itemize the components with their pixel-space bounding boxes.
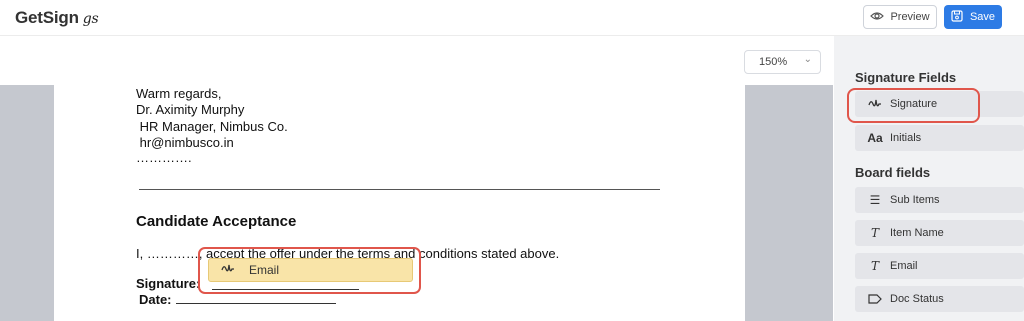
chevron-down-icon: ⌄: [803, 54, 812, 65]
sidebar-item-email[interactable]: T Email: [855, 253, 1024, 279]
sidebar-item-doc-status[interactable]: Doc Status: [855, 286, 1024, 312]
doc-line: Warm regards,: [136, 86, 222, 101]
preview-button[interactable]: Preview: [863, 5, 937, 29]
doc-line: Dr. Aximity Murphy: [136, 102, 245, 117]
app-logo: GetSign gs: [15, 8, 99, 28]
zoom-select[interactable]: 150% ⌄: [744, 50, 821, 74]
app-header: GetSign gs Preview Save: [0, 0, 1024, 36]
preview-label: Preview: [890, 11, 930, 23]
signature-highlight: [847, 88, 980, 123]
save-label: Save: [969, 11, 996, 23]
section-heading: Candidate Acceptance: [136, 213, 297, 230]
placed-email-field[interactable]: Email: [208, 258, 413, 282]
sidebar-item-sub-items[interactable]: ☰ Sub Items: [855, 187, 1024, 213]
page-margin-left: [0, 85, 54, 321]
text-format-icon: T: [870, 259, 879, 273]
initials-icon: Aa: [867, 131, 883, 145]
logo-text: GetSign: [15, 8, 79, 27]
board-fields-title: Board fields: [855, 165, 931, 180]
text-format-icon: T: [870, 226, 879, 240]
date-row: Date:: [139, 292, 336, 307]
zoom-value: 150%: [759, 56, 788, 68]
date-label: Date:: [139, 292, 172, 307]
doc-line: HR Manager, Nimbus Co.: [136, 119, 288, 134]
date-line: [175, 293, 336, 304]
list-icon: ☰: [869, 193, 881, 207]
page-margin-right: [745, 85, 833, 321]
signature-label: Signature:: [136, 276, 201, 291]
save-icon: [951, 9, 963, 25]
sidebar-item-label: Sub Items: [890, 194, 940, 206]
divider: [139, 189, 660, 190]
eye-icon: [870, 11, 885, 24]
doc-line: hr@nimbusco.in: [136, 135, 234, 150]
sidebar-item-label: Email: [890, 260, 918, 272]
sidebar-item-item-name[interactable]: T Item Name: [855, 220, 1024, 246]
signature-wave-icon: [221, 263, 235, 278]
placed-field-label: Email: [249, 263, 280, 277]
fields-sidebar: Signature Fields Signature Aa Initials B…: [834, 36, 1024, 321]
sidebar-item-initials[interactable]: Aa Initials: [855, 125, 1024, 151]
doc-line: ………….: [136, 150, 192, 165]
sidebar-item-label: Initials: [890, 132, 922, 144]
sidebar-item-label: Item Name: [890, 227, 944, 239]
logo-mark: gs: [82, 11, 99, 27]
tag-icon: [868, 294, 882, 304]
save-button[interactable]: Save: [944, 5, 1002, 29]
signature-fields-title: Signature Fields: [855, 70, 957, 85]
sidebar-item-label: Doc Status: [890, 293, 944, 305]
